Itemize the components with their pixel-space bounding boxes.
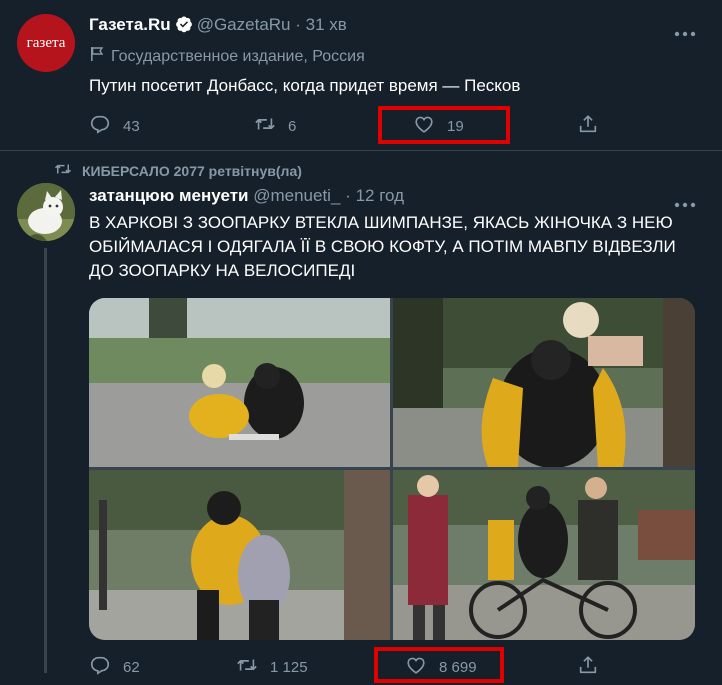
author-handle[interactable]: @GazetaRu xyxy=(197,15,291,34)
photo-1[interactable] xyxy=(89,298,390,467)
reply-count: 62 xyxy=(123,658,140,676)
photo-4[interactable] xyxy=(393,470,695,640)
retweet-count: 1 125 xyxy=(270,658,308,676)
tweet-actions: 62 1 125 8 699 xyxy=(0,645,722,685)
tweet-gazeta[interactable]: газета Газета.Ru @GazetaRu · 31 хв Госуд… xyxy=(0,0,722,151)
government-label-text: Государственное издание, Россия xyxy=(111,47,365,65)
retweet-button[interactable]: 1 125 xyxy=(236,654,308,680)
media-grid xyxy=(89,298,695,640)
separator-dot: · xyxy=(295,15,301,34)
retweet-icon xyxy=(254,113,276,139)
tweet-text: В ХАРКОВІ З ЗООПАРКУ ВТЕКЛА ШИМПАНЗЕ, ЯК… xyxy=(89,213,676,280)
share-icon xyxy=(577,654,599,680)
highlight-box-like xyxy=(378,106,510,144)
author-name[interactable]: затанцюю менуети xyxy=(89,186,248,205)
highlight-box-like xyxy=(374,647,504,683)
retweet-icon xyxy=(54,160,72,181)
thread-line xyxy=(44,248,47,673)
reply-icon xyxy=(89,113,111,139)
retweet-button[interactable]: 6 xyxy=(254,113,296,139)
retweet-icon xyxy=(236,654,258,680)
photo-2[interactable] xyxy=(393,298,695,467)
reply-count: 43 xyxy=(123,117,140,135)
avatar-cat[interactable] xyxy=(17,183,75,241)
tweet-text: Путин посетит Донбасс, когда придет врем… xyxy=(89,76,521,95)
more-icon[interactable] xyxy=(674,24,696,37)
government-label[interactable]: Государственное издание, Россия xyxy=(89,46,365,67)
retweet-count: 6 xyxy=(288,117,297,135)
tweet-header: Газета.Ru @GazetaRu · 31 хв xyxy=(89,15,347,35)
reply-icon xyxy=(89,654,111,680)
author-name[interactable]: Газета.Ru xyxy=(89,15,171,34)
share-icon xyxy=(577,113,599,139)
tweet-time[interactable]: 31 хв xyxy=(306,15,347,34)
avatar-gazeta[interactable]: газета xyxy=(17,14,75,72)
reply-button[interactable]: 43 xyxy=(89,113,140,139)
retweeted-by[interactable]: КИБЕРСАЛО 2077 ретвітнув(ла) xyxy=(54,160,302,181)
tweet-actions: 43 6 19 xyxy=(0,104,722,144)
avatar-text: газета xyxy=(26,34,66,51)
tweet-time[interactable]: 12 год xyxy=(356,186,404,205)
tweet-menueti[interactable]: КИБЕРСАЛО 2077 ретвітнув(ла) затанцюю ме… xyxy=(0,151,722,683)
share-button[interactable] xyxy=(577,113,599,139)
reply-button[interactable]: 62 xyxy=(89,654,140,680)
separator-dot: · xyxy=(345,186,351,205)
more-icon[interactable] xyxy=(674,195,696,208)
photo-3[interactable] xyxy=(89,470,390,640)
verified-icon xyxy=(175,15,193,33)
author-handle[interactable]: @menueti_ xyxy=(253,186,340,205)
tweet-header: затанцюю менуети @menueti_ · 12 год xyxy=(89,186,404,206)
retweeted-by-text: КИБЕРСАЛО 2077 ретвітнув(ла) xyxy=(82,162,302,179)
share-button[interactable] xyxy=(577,654,599,680)
government-flag-icon xyxy=(89,46,105,67)
